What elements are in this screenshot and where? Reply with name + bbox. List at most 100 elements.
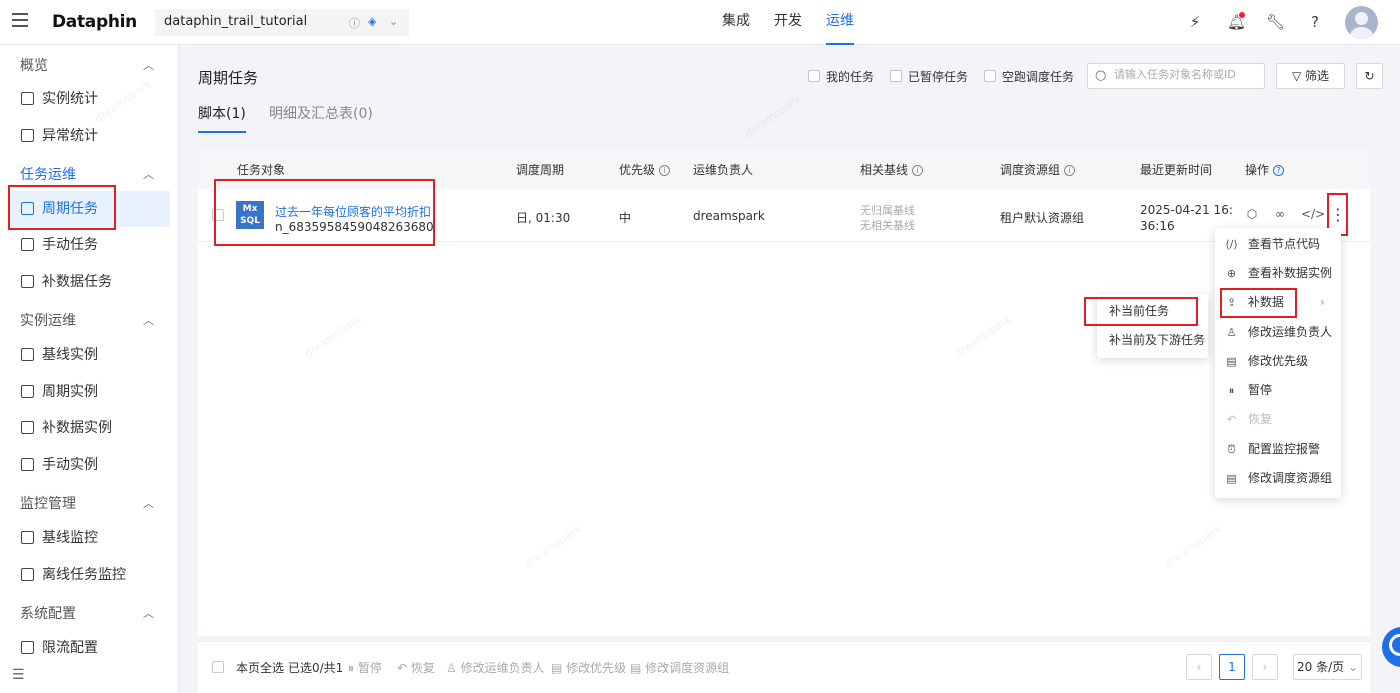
menu-change-priority[interactable]: ▤ 修改优先级: [1215, 347, 1341, 376]
chevron-up-icon[interactable]: ︿: [143, 166, 154, 182]
nav-develop[interactable]: 开发: [774, 0, 802, 45]
undo-icon: ↶: [397, 661, 411, 675]
sidebar-item-backfill-tasks[interactable]: 补数据任务: [8, 264, 170, 300]
pause-icon: ⏸︎: [348, 661, 358, 675]
sidebar-group-task-ops[interactable]: 任务运维: [20, 164, 76, 184]
sidebar-group-overview[interactable]: 概览: [20, 55, 48, 75]
col-priority: 优先级 i: [619, 161, 671, 178]
offline-monitor-icon: [21, 568, 34, 581]
menu-view-backfill[interactable]: ⊕ 查看补数据实例: [1215, 259, 1341, 288]
help-icon: ?: [1273, 165, 1285, 176]
edit-icon: ▤: [551, 661, 567, 675]
sidebar-group-instance-ops[interactable]: 实例运维: [20, 310, 76, 330]
next-page-button[interactable]: ›: [1252, 654, 1278, 680]
tab-tables[interactable]: 明细及汇总表(0): [269, 103, 373, 133]
sidebar-item-periodic-instances[interactable]: 周期实例: [8, 374, 170, 410]
baseline-cell-2: 无相关基线: [860, 219, 915, 232]
chevron-up-icon[interactable]: ︿: [143, 605, 154, 621]
filter-button[interactable]: ▽ 筛选: [1276, 63, 1345, 89]
chevron-up-icon[interactable]: ︿: [143, 495, 154, 511]
chevron-up-icon[interactable]: ︿: [143, 312, 154, 328]
select-all-checkbox[interactable]: [212, 661, 224, 673]
tab-scripts[interactable]: 脚本(1): [198, 103, 246, 133]
batch-resource-button[interactable]: ▤ 修改调度资源组: [630, 659, 729, 676]
sidebar-item-baseline-instances[interactable]: 基线实例: [8, 337, 170, 373]
alarm-icon: ⏰︎: [1227, 443, 1236, 456]
sidebar-item-abnormal-stats[interactable]: 异常统计: [8, 118, 170, 154]
search-box[interactable]: ○: [1087, 63, 1265, 89]
manual-instance-icon: [21, 458, 34, 471]
page-title: 周期任务: [198, 69, 259, 87]
select-all-label[interactable]: 本页全选: [236, 659, 284, 676]
wrench-icon[interactable]: 🔧︎: [1266, 13, 1285, 31]
sidebar-item-rate-limit[interactable]: 限流配置: [8, 630, 170, 666]
nav-integration[interactable]: 集成: [722, 0, 750, 45]
priority-cell: 中: [619, 211, 632, 225]
paused-label[interactable]: 已暂停任务: [908, 68, 968, 85]
menu-view-code[interactable]: ⟨/⟩ 查看节点代码: [1215, 230, 1341, 259]
menu-resume[interactable]: ↶ 恢复: [1215, 405, 1341, 434]
sidebar-item-baseline-monitor[interactable]: 基线监控: [8, 520, 170, 556]
page-size-select[interactable]: 20 条/页 ⌄: [1293, 654, 1362, 680]
menu-change-resource-group[interactable]: ▤ 修改调度资源组: [1215, 464, 1341, 493]
sidebar-item-backfill-instances[interactable]: 补数据实例: [8, 410, 170, 446]
sidebar-group-monitoring[interactable]: 监控管理: [20, 493, 76, 513]
sidebar-item-manual-instances[interactable]: 手动实例: [8, 447, 170, 483]
col-schedule: 调度周期: [516, 163, 565, 177]
help-icon[interactable]: ?: [1306, 13, 1324, 31]
col-baseline: 相关基线 i: [860, 161, 924, 178]
chevron-up-icon[interactable]: ︿: [143, 57, 154, 73]
funnel-icon: ▽: [1291, 69, 1306, 83]
sidebar-item-offline-monitor[interactable]: 离线任务监控: [8, 557, 170, 593]
col-task: 任务对象: [237, 163, 286, 177]
backfill-instance-icon: [21, 421, 34, 434]
owner-cell: dreamspark: [693, 209, 765, 223]
resource-group-cell: 租户默认资源组: [1000, 211, 1085, 225]
menu-icon[interactable]: [12, 13, 28, 29]
lightning-icon[interactable]: ⚡: [1186, 13, 1204, 31]
page-1[interactable]: 1: [1219, 654, 1245, 680]
schedule-cell: 日, 01:30: [516, 211, 571, 225]
sidebar-item-instance-stats[interactable]: 实例统计: [8, 81, 170, 117]
notification-dot: [1239, 12, 1245, 18]
menu-alarm[interactable]: ⏰︎ 配置监控报警: [1215, 435, 1341, 464]
project-name: dataphin_trail_tutorial: [164, 14, 308, 29]
menu-pause[interactable]: ⏸︎ 暂停: [1215, 376, 1341, 405]
collapse-sidebar-icon[interactable]: ☰: [12, 667, 25, 683]
link-icon[interactable]: ∞: [1272, 206, 1288, 222]
batch-pause-button[interactable]: ⏸︎ 暂停: [348, 659, 382, 676]
project-selector[interactable]: dataphin_trail_tutorial ⓘ ◈ ⌄: [155, 9, 409, 36]
highlight-box: [8, 185, 116, 230]
code-icon[interactable]: </>: [1301, 206, 1325, 222]
chevron-down-icon[interactable]: ⌄: [389, 15, 398, 28]
edit-group-icon: ▤: [1226, 472, 1237, 485]
chevron-down-icon: ⌄: [1344, 660, 1358, 674]
periodic-instance-icon: [21, 385, 34, 398]
nav-operations[interactable]: 运维: [826, 0, 854, 45]
baseline-icon: [21, 348, 34, 361]
my-tasks-label[interactable]: 我的任务: [826, 68, 874, 85]
dry-run-checkbox[interactable]: [984, 70, 996, 82]
menu-change-owner[interactable]: ♙ 修改运维负责人: [1215, 318, 1341, 347]
brand-logo[interactable]: Dataphin: [52, 12, 137, 32]
batch-resume-button[interactable]: ↶ 恢复: [397, 659, 435, 676]
avatar[interactable]: [1345, 6, 1378, 39]
refresh-button[interactable]: ↻: [1356, 63, 1383, 89]
paused-checkbox[interactable]: [890, 70, 902, 82]
plus-circle-icon: ⊕: [1226, 267, 1237, 280]
submenu-backfill-downstream[interactable]: 补当前及下游任务: [1097, 326, 1208, 355]
info-icon[interactable]: ⓘ: [349, 15, 360, 31]
my-tasks-checkbox[interactable]: [808, 70, 820, 82]
dag-icon[interactable]: ⬡: [1244, 206, 1260, 222]
search-input[interactable]: [1114, 68, 1262, 81]
sidebar-item-manual-tasks[interactable]: 手动任务: [8, 227, 170, 263]
dry-run-label[interactable]: 空跑调度任务: [1002, 68, 1074, 85]
batch-priority-button[interactable]: ▤ 修改优先级: [551, 659, 626, 676]
sidebar-group-system[interactable]: 系统配置: [20, 603, 76, 623]
batch-owner-button[interactable]: ♙ 修改运维负责人: [446, 659, 545, 676]
backfill-icon: [21, 275, 34, 288]
refresh-icon: ↻: [1364, 69, 1375, 83]
manual-task-icon: [21, 238, 34, 251]
action-menu: ⟨/⟩ 查看节点代码 ⊕ 查看补数据实例 ⇪ 补数据 › ♙ 修改运维负责人 ▤ 修改优先级…: [1215, 228, 1341, 498]
prev-page-button[interactable]: ‹: [1186, 654, 1212, 680]
